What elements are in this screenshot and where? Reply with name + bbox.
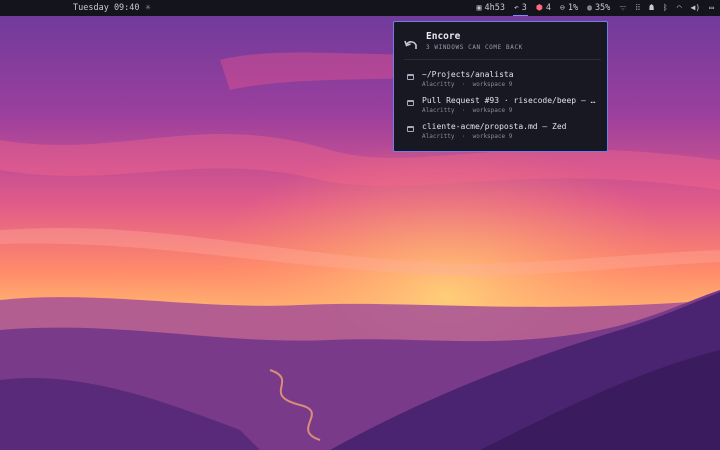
alerts-count: 4: [545, 3, 552, 13]
clock-text: Tuesday 09:40: [73, 3, 140, 13]
memory-text: 35%: [594, 3, 611, 13]
brightness-toggle[interactable]: ☼: [146, 0, 151, 16]
bluetooth-icon: ᛒ: [662, 3, 668, 12]
clock[interactable]: Tuesday 09:40: [73, 0, 140, 16]
window-icon: [407, 126, 414, 132]
cpu-widget[interactable]: ⊖ 1%: [560, 0, 578, 16]
popup-title: Encore: [426, 31, 461, 42]
timer-widget[interactable]: ▣ 4h53: [477, 0, 505, 16]
memory-widget[interactable]: ◍ 35%: [587, 0, 610, 16]
vpn-toggle[interactable]: ᯤ: [619, 0, 626, 16]
bluetooth-toggle[interactable]: ᛒ: [663, 0, 668, 16]
desktop-wallpaper: [0, 0, 720, 450]
closed-window-item[interactable]: cliente-acme/proposta.md — Zed Alacritty…: [394, 122, 604, 144]
encore-count: 3: [521, 3, 527, 13]
assistant-toggle[interactable]: ☗: [649, 0, 654, 16]
window-title: Pull Request #93 · risecode/beep — Chrom…: [422, 96, 597, 105]
grid-icon: ⁞⁞: [635, 3, 641, 12]
top-bar-left: Tuesday 09:40 ☼: [73, 0, 150, 16]
closed-window-item[interactable]: Pull Request #93 · risecode/beep — Chrom…: [394, 96, 604, 118]
undo-icon: ↶: [513, 3, 519, 12]
cpu-text: 1%: [567, 3, 579, 13]
memory-icon: ◍: [587, 3, 592, 12]
apps-toggle[interactable]: ⁞⁞: [636, 0, 640, 16]
window-title: ~/Projects/analista: [422, 70, 514, 79]
popup-divider: [404, 59, 601, 60]
undo-icon: [404, 40, 417, 49]
vpn-icon: ᯤ: [619, 3, 627, 12]
alerts-widget[interactable]: ⬢ 4: [536, 0, 551, 16]
calendar-icon: ▣: [476, 3, 482, 12]
popup-subtitle: 3 WINDOWS CAN COME BACK: [426, 44, 523, 51]
closed-window-item[interactable]: ~/Projects/analista Alacritty · workspac…: [394, 70, 604, 92]
window-icon: [407, 74, 414, 80]
timer-text: 4h53: [484, 3, 505, 13]
robot-icon: ☗: [649, 3, 654, 12]
top-bar-right: ▣ 4h53 ↶ 3 ⬢ 4 ⊖ 1% ◍ 35% ᯤ ⁞⁞ ☗ ᛒ ◠ ◀) ▭: [477, 0, 714, 16]
encore-popup: Encore 3 WINDOWS CAN COME BACK ~/Project…: [393, 21, 608, 152]
volume-icon: ◀): [690, 3, 701, 12]
sun-icon: ☼: [145, 3, 151, 12]
window-meta: Alacritty · workspace 9: [422, 107, 513, 114]
window-title: cliente-acme/proposta.md — Zed: [422, 122, 567, 131]
top-bar: Tuesday 09:40 ☼ ▣ 4h53 ↶ 3 ⬢ 4 ⊖ 1% ◍ 35% ᯤ ⁞…: [0, 0, 720, 16]
window-meta: Alacritty · workspace 9: [422, 133, 513, 140]
cpu-icon: ⊖: [560, 3, 565, 12]
wifi-toggle[interactable]: ◠: [677, 0, 682, 16]
window-icon: [407, 100, 414, 106]
encore-widget[interactable]: ↶ 3: [512, 0, 528, 16]
display-toggle[interactable]: ▭: [709, 0, 714, 16]
volume-toggle[interactable]: ◀): [691, 0, 701, 16]
monitor-icon: ▭: [709, 3, 714, 12]
alert-icon: ⬢: [535, 3, 543, 12]
wifi-icon: ◠: [676, 3, 682, 12]
window-meta: Alacritty · workspace 9: [422, 81, 513, 88]
